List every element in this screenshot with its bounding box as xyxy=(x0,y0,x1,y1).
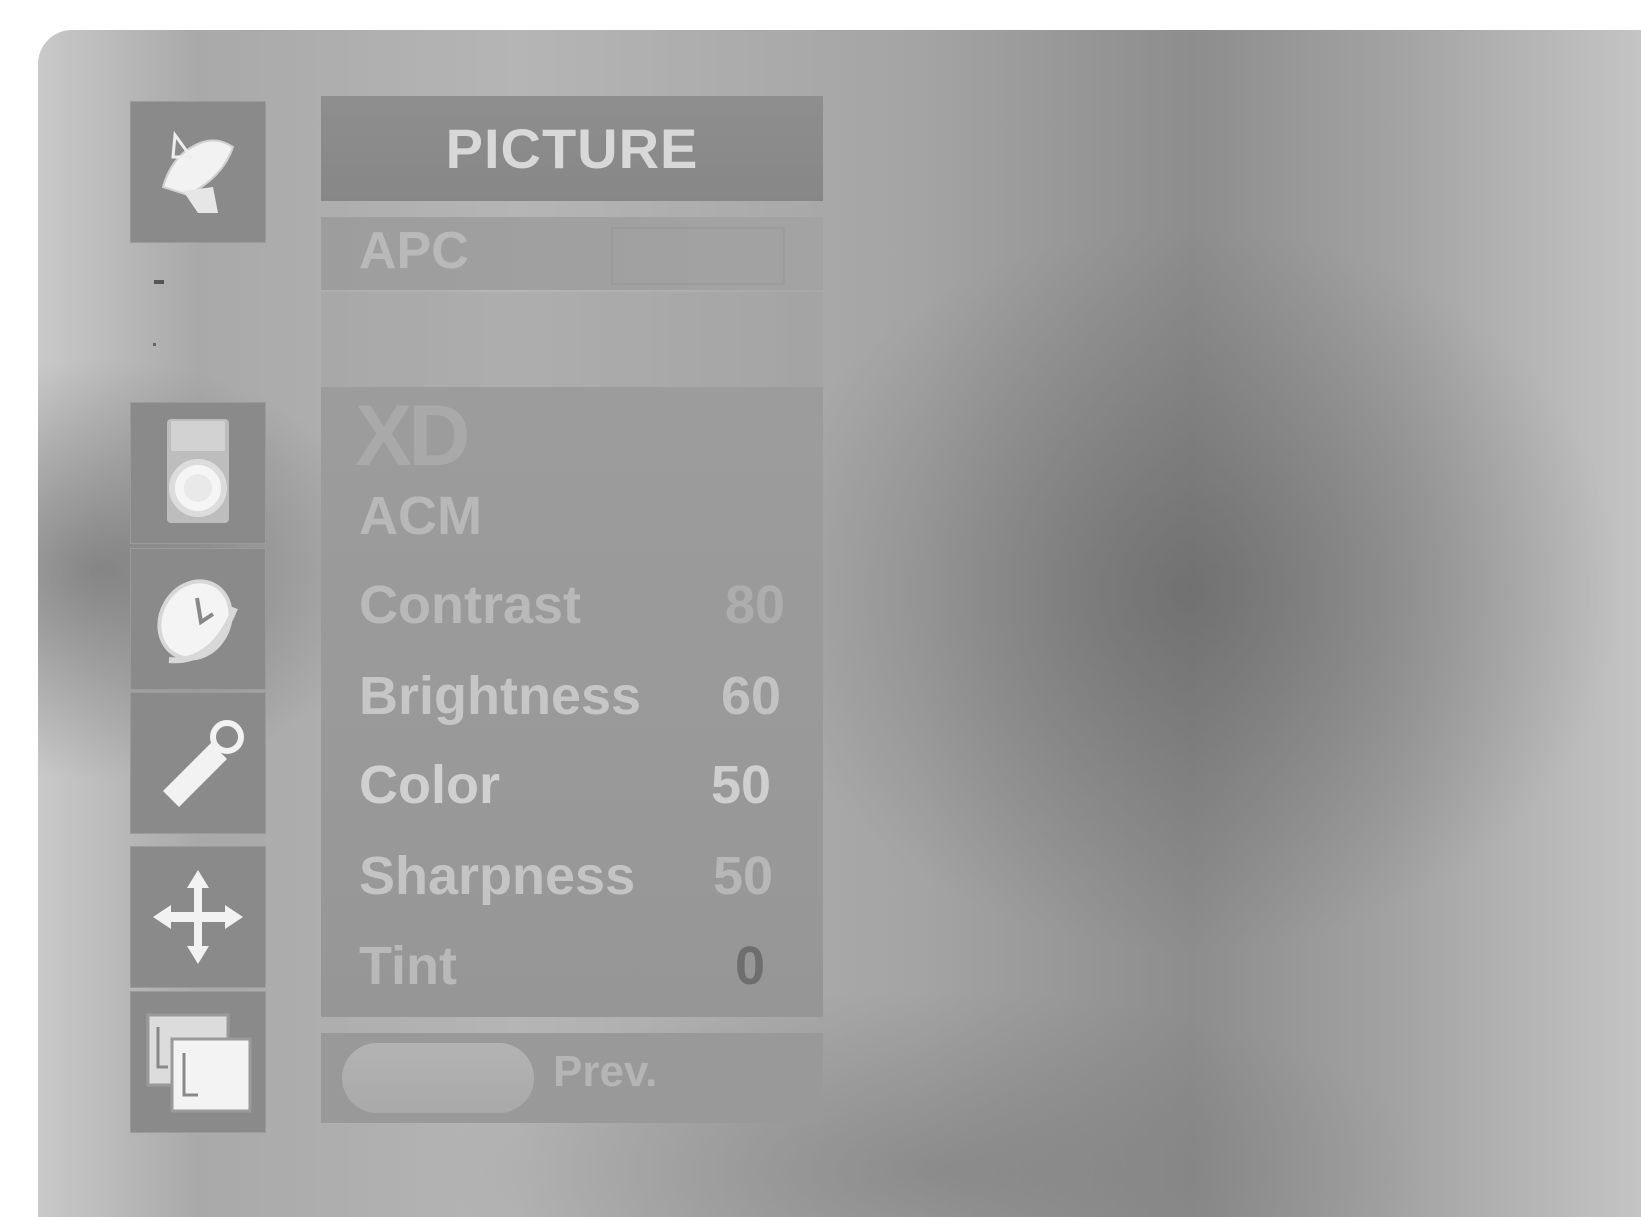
speaker-icon xyxy=(167,419,229,523)
separator-dot xyxy=(153,343,156,346)
menu-footer: Prev. xyxy=(321,1033,823,1123)
xd-logo: XD xyxy=(355,388,470,484)
separator-mark xyxy=(154,280,164,284)
tv-screen: PICTURE APC XD ACM Contrast 80 Brightnes… xyxy=(38,30,1641,1217)
sharpness-value: 50 xyxy=(713,846,774,906)
menu-item-brightness[interactable]: Brightness xyxy=(359,665,641,727)
option-menu-icon[interactable] xyxy=(130,692,266,834)
color-value: 50 xyxy=(711,755,772,815)
brightness-value: 60 xyxy=(721,666,782,726)
menu-item-tint[interactable]: Tint xyxy=(359,935,457,997)
pip-menu-icon[interactable] xyxy=(130,991,266,1133)
picture-settings-list: XD ACM Contrast 80 Brightness 60 Color 5… xyxy=(321,387,823,1017)
move-arrows-icon xyxy=(153,870,243,964)
menu-title: PICTURE xyxy=(445,117,699,180)
apc-value-slot xyxy=(611,227,785,285)
menu-title-bar: PICTURE xyxy=(321,96,823,201)
apc-label: APC xyxy=(359,222,469,280)
menu-item-acm[interactable]: ACM xyxy=(359,485,482,547)
contrast-value: 80 xyxy=(725,575,786,635)
screen-menu-icon[interactable] xyxy=(130,846,266,988)
time-menu-icon[interactable] xyxy=(130,548,266,690)
menu-item-contrast[interactable]: Contrast xyxy=(359,574,581,636)
key-lock-icon xyxy=(163,720,244,807)
clock-icon xyxy=(157,579,238,664)
menu-item-sharpness[interactable]: Sharpness xyxy=(359,845,635,907)
menu-item-apc[interactable]: APC xyxy=(321,217,823,290)
picture-menu-icon[interactable] xyxy=(130,402,266,544)
windows-icon xyxy=(146,1013,252,1113)
menu-item-color[interactable]: Color xyxy=(359,754,500,816)
menu-button-graphic xyxy=(342,1043,534,1113)
menu-spacer-row xyxy=(321,292,823,387)
satellite-dish-icon xyxy=(161,130,235,213)
channel-menu-icon[interactable] xyxy=(130,101,266,243)
prev-hint[interactable]: Prev. xyxy=(553,1047,657,1097)
tint-value: 0 xyxy=(735,936,766,996)
